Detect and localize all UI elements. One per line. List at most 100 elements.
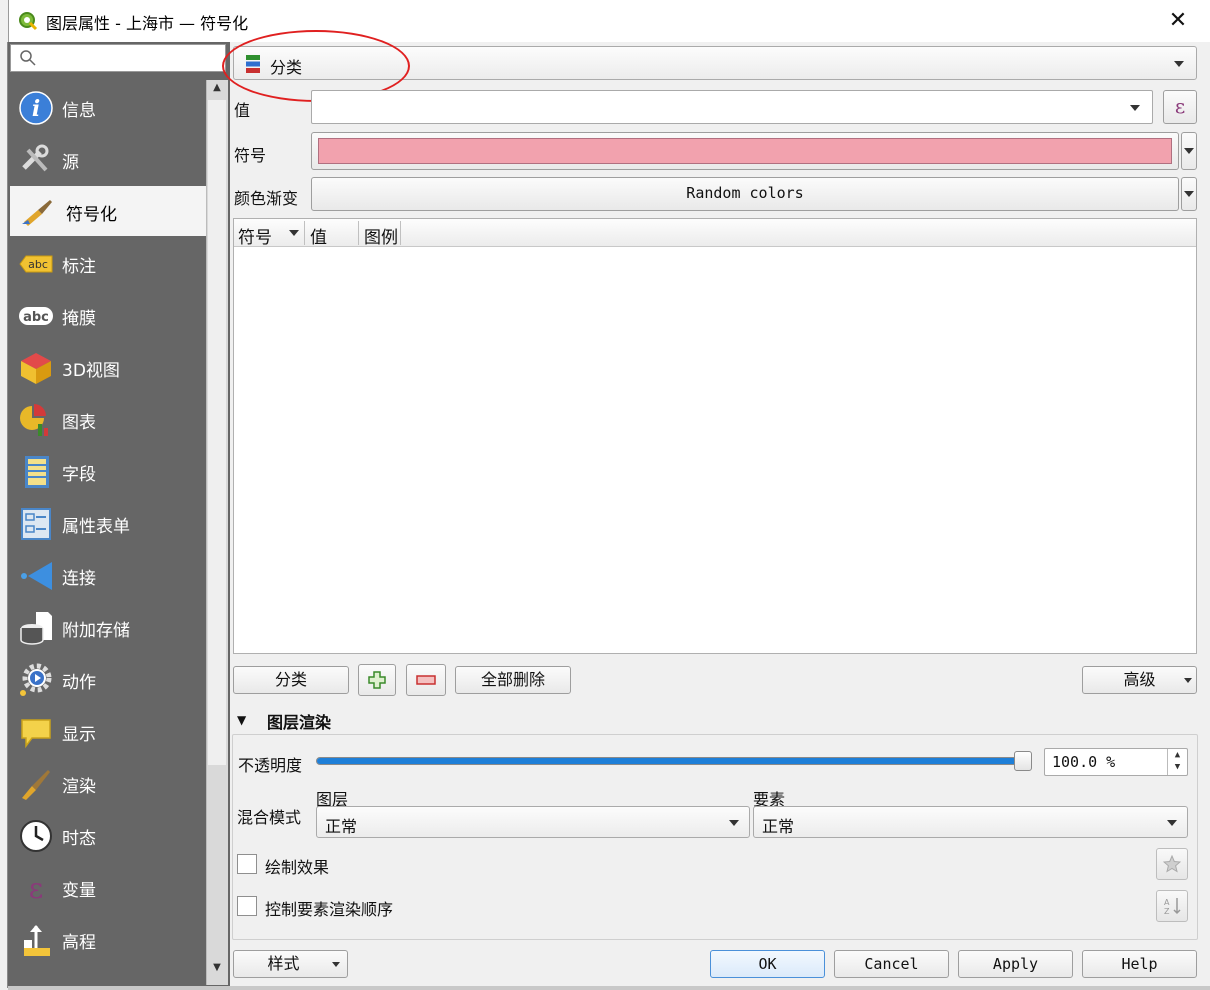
svg-text:abc: abc bbox=[28, 258, 48, 271]
sidebar-item-temporal[interactable]: 时态 bbox=[10, 810, 206, 860]
sidebar-item-label: 变量 bbox=[62, 881, 96, 901]
scroll-down-icon[interactable]: ▼ bbox=[208, 962, 226, 978]
variables-epsilon-icon: ε bbox=[29, 872, 44, 905]
mask-abc-icon: abc bbox=[19, 307, 53, 325]
style-label: 样式 bbox=[267, 954, 300, 973]
cancel-button[interactable]: Cancel bbox=[834, 950, 949, 978]
close-button[interactable]: ✕ bbox=[1158, 4, 1198, 38]
chevron-down-icon bbox=[1167, 820, 1177, 826]
column-header-symbol[interactable]: 符号 bbox=[238, 223, 272, 248]
draw-effects-label[interactable]: 绘制效果 bbox=[265, 854, 329, 878]
layer-blend-select[interactable]: 正常 bbox=[316, 806, 750, 838]
color-ramp-menu-button[interactable] bbox=[1181, 177, 1197, 211]
search-icon bbox=[20, 50, 36, 66]
joins-icon bbox=[21, 562, 52, 590]
window-title: 图层属性 - 上海市 — 符号化 bbox=[46, 14, 249, 33]
feature-blend-select[interactable]: 正常 bbox=[753, 806, 1188, 838]
sidebar-item-label: 信息 bbox=[62, 101, 96, 121]
sidebar-item-mask[interactable]: abc 掩膜 bbox=[10, 290, 206, 340]
symbol-color-swatch bbox=[318, 138, 1172, 164]
help-button[interactable]: Help bbox=[1082, 950, 1197, 978]
sidebar-item-diagrams[interactable]: 图表 bbox=[10, 394, 206, 444]
advanced-menu-button[interactable]: 高级 bbox=[1082, 666, 1197, 694]
spinbox-arrows-icon[interactable]: ▲ ▼ bbox=[1167, 749, 1187, 775]
ok-button[interactable]: OK bbox=[710, 950, 825, 978]
opacity-label: 不透明度 bbox=[238, 756, 303, 775]
chevron-down-icon bbox=[1130, 105, 1140, 111]
chevron-down-icon bbox=[1184, 191, 1194, 197]
value-label: 值 bbox=[234, 101, 251, 120]
color-ramp-label: 颜色渐变 bbox=[234, 189, 299, 208]
blend-mode-label: 混合模式 bbox=[237, 808, 302, 827]
sidebar-item-label: 高程 bbox=[62, 933, 96, 953]
column-header-value[interactable]: 值 bbox=[310, 223, 327, 248]
rendering-brush-icon bbox=[22, 770, 50, 800]
chevron-down-icon bbox=[1184, 148, 1194, 154]
opacity-spinbox[interactable]: 100.0 % ▲ ▼ bbox=[1044, 748, 1188, 776]
opacity-slider-handle[interactable] bbox=[1014, 751, 1032, 771]
add-class-button[interactable] bbox=[358, 664, 396, 696]
delete-all-button[interactable]: 全部删除 bbox=[455, 666, 571, 694]
opacity-slider-track[interactable] bbox=[316, 757, 1032, 765]
sidebar-item-source[interactable]: 源 bbox=[10, 134, 206, 184]
temporal-clock-icon bbox=[20, 820, 52, 852]
sidebar-item-variables[interactable]: ε 变量 bbox=[10, 862, 206, 912]
sidebar-item-display[interactable]: 显示 bbox=[10, 706, 206, 756]
sort-indicator-icon bbox=[289, 230, 299, 236]
remove-class-button[interactable] bbox=[406, 664, 446, 696]
effects-button[interactable] bbox=[1156, 848, 1188, 880]
classes-table[interactable] bbox=[233, 218, 1197, 654]
sidebar-item-3d-view[interactable]: 3D视图 bbox=[10, 342, 206, 392]
search-input[interactable] bbox=[10, 44, 226, 72]
attribute-form-icon bbox=[21, 508, 51, 540]
elevation-icon bbox=[24, 925, 50, 956]
sidebar: i 信息 源 符号化 abc 标注 abc 掩膜 3D视图 图表 字段 属性表单… bbox=[8, 42, 230, 987]
scroll-up-icon[interactable]: ▲ bbox=[208, 82, 226, 98]
diagram-icon bbox=[20, 404, 48, 436]
star-icon bbox=[1163, 855, 1181, 873]
symbol-menu-button[interactable] bbox=[1181, 132, 1197, 170]
sidebar-item-joins[interactable]: 连接 bbox=[10, 550, 206, 600]
sidebar-item-label: 图表 bbox=[62, 413, 96, 433]
order-by-button[interactable]: AZ bbox=[1156, 890, 1188, 922]
feature-order-checkbox[interactable] bbox=[237, 896, 257, 916]
chevron-down-icon bbox=[332, 962, 340, 967]
style-menu-button[interactable]: 样式 bbox=[233, 950, 348, 978]
draw-effects-checkbox[interactable] bbox=[237, 854, 257, 874]
apply-button[interactable]: Apply bbox=[958, 950, 1073, 978]
collapse-triangle-icon[interactable]: ▼ bbox=[237, 713, 246, 727]
sidebar-item-label: 3D视图 bbox=[62, 361, 120, 381]
layer-rendering-title[interactable]: 图层渲染 bbox=[267, 709, 331, 733]
minus-icon bbox=[416, 675, 436, 685]
sidebar-scrollbar-thumb[interactable] bbox=[208, 100, 226, 765]
advanced-label: 高级 bbox=[1123, 670, 1156, 689]
sidebar-item-rendering[interactable]: 渲染 bbox=[10, 758, 206, 808]
sidebar-item-label: 渲染 bbox=[62, 777, 96, 797]
classify-button[interactable]: 分类 bbox=[233, 666, 349, 694]
value-field-select[interactable] bbox=[311, 90, 1153, 124]
column-header-legend[interactable]: 图例 bbox=[364, 223, 398, 248]
sidebar-item-auxiliary-storage[interactable]: 附加存储 bbox=[10, 602, 206, 652]
sort-az-icon: AZ bbox=[1164, 898, 1181, 916]
info-icon: i bbox=[19, 91, 53, 125]
sidebar-item-symbology[interactable]: 符号化 bbox=[10, 186, 206, 236]
sidebar-item-attribute-form[interactable]: 属性表单 bbox=[10, 498, 206, 548]
sidebar-item-fields[interactable]: 字段 bbox=[10, 446, 206, 496]
svg-text:A: A bbox=[1164, 898, 1170, 907]
plus-icon bbox=[368, 671, 386, 689]
feature-order-label[interactable]: 控制要素渲染顺序 bbox=[265, 896, 393, 920]
sidebar-item-elevation[interactable]: 高程 bbox=[10, 914, 206, 964]
chevron-down-icon bbox=[729, 820, 739, 826]
expression-button[interactable]: ε bbox=[1163, 90, 1197, 124]
labels-abc-icon: abc bbox=[19, 255, 53, 273]
sidebar-item-actions[interactable]: 动作 bbox=[10, 654, 206, 704]
sidebar-item-info[interactable]: i 信息 bbox=[10, 82, 206, 132]
color-ramp-button[interactable]: Random colors bbox=[311, 177, 1179, 211]
sidebar-item-labels[interactable]: abc 标注 bbox=[10, 238, 206, 288]
symbol-button[interactable] bbox=[311, 132, 1179, 170]
fields-icon bbox=[25, 456, 49, 488]
3d-cube-icon bbox=[21, 353, 51, 384]
sidebar-item-label: 连接 bbox=[62, 569, 96, 589]
sidebar-item-label: 附加存储 bbox=[62, 621, 130, 641]
chevron-down-icon bbox=[1184, 678, 1192, 683]
